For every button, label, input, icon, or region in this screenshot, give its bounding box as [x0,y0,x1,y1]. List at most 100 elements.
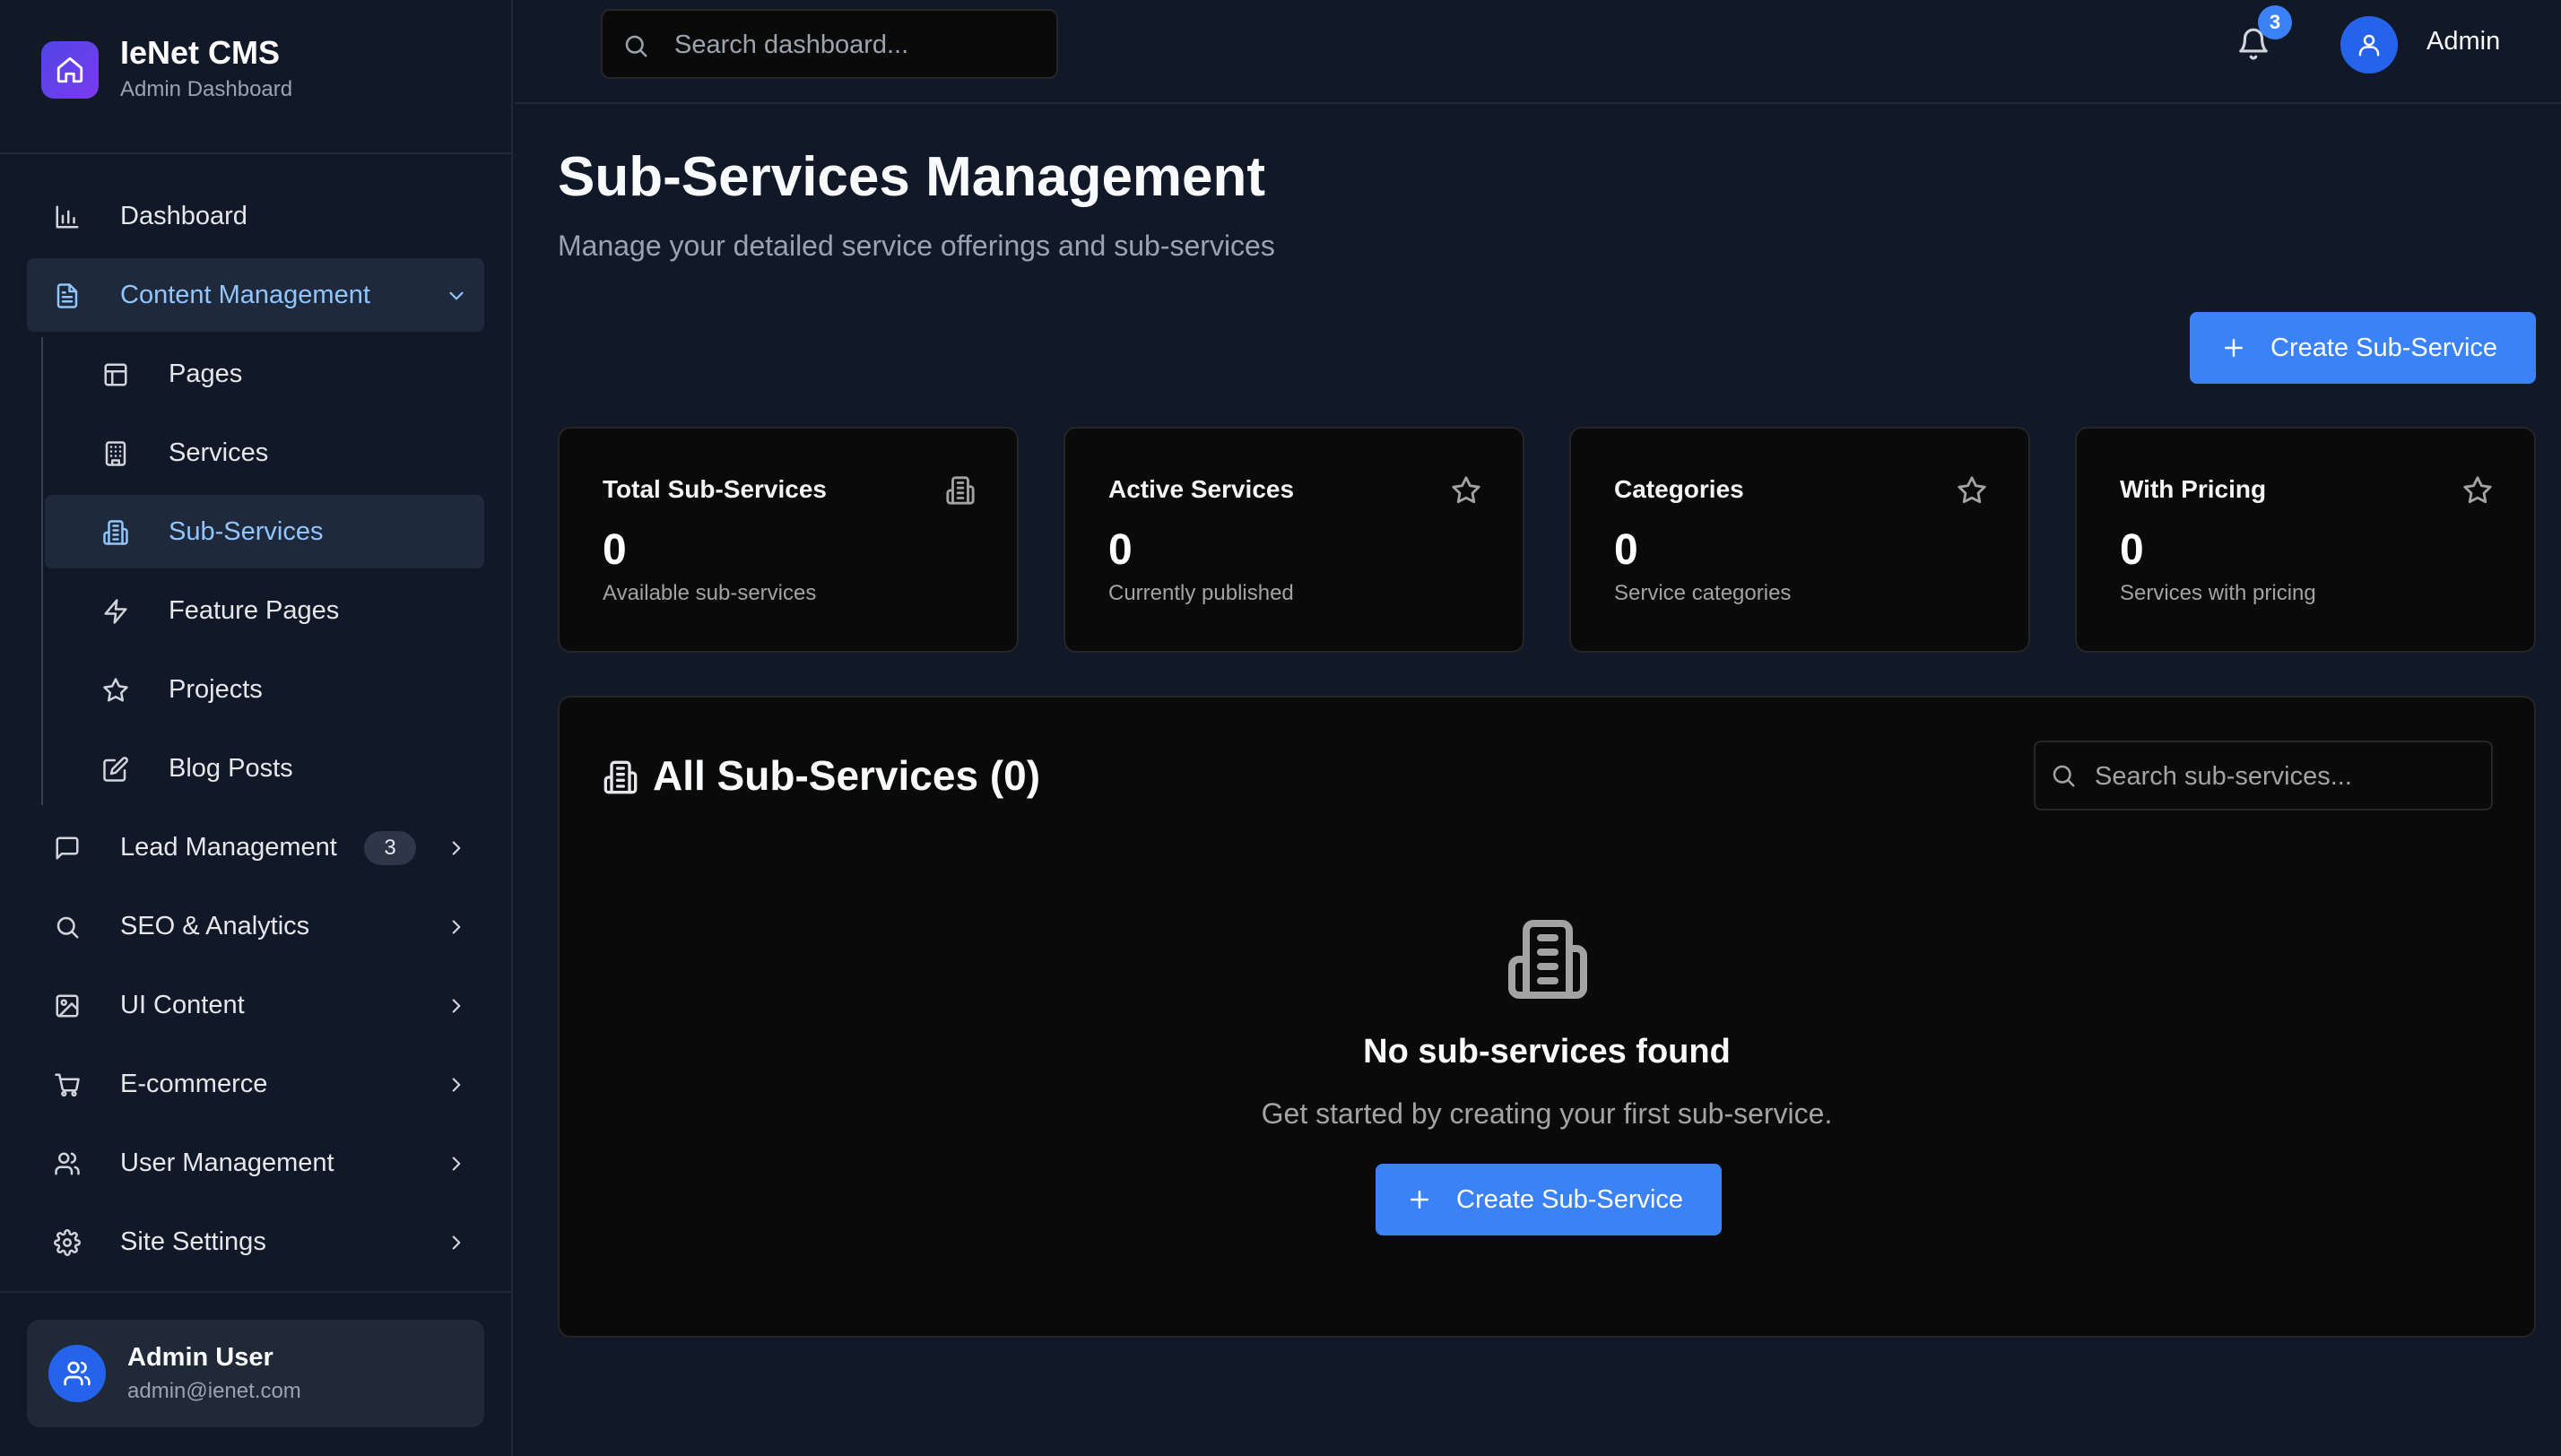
star-icon [2462,475,2493,506]
top-header: 3 Admin [515,0,2561,104]
chevron-right-icon [445,836,468,860]
chevron-right-icon [445,1073,468,1096]
building-2-icon [1505,916,1591,1002]
create-sub-service-button[interactable]: Create Sub-Service [2190,312,2536,384]
stat-description: Services with pricing [2120,581,2316,605]
sidebar-user-card[interactable]: Admin User admin@ienet.com [27,1320,484,1427]
sidebar: IeNet CMS Admin Dashboard Dashboard Cont… [0,0,513,1456]
sidebar-item-label: Services [169,438,269,467]
star-icon [1451,475,1481,506]
sidebar-divider [0,152,511,154]
shopping-cart-icon [54,1071,81,1098]
stat-value: 0 [2120,526,2144,574]
stat-title: Categories [1614,475,1744,503]
layout-icon [102,361,129,388]
sidebar-item-label: Feature Pages [169,596,340,625]
sidebar-item-sub-services[interactable]: Sub-Services [45,495,484,568]
page-subtitle: Manage your detailed service offerings a… [558,230,1275,262]
home-icon [41,41,99,99]
stat-value: 0 [1614,526,1638,574]
sidebar-nav: Dashboard Content Management Pages Servi… [27,179,484,1284]
edit-icon [102,756,129,783]
panel-title: All Sub-Services (0) [653,752,1041,799]
content-management-submenu: Pages Services Sub-Services Feature Page… [41,337,484,805]
stat-title: With Pricing [2120,475,2267,503]
stat-value: 0 [1108,526,1133,574]
dashboard-search [601,9,1058,79]
brand-subtitle: Admin Dashboard [120,77,293,101]
zap-icon [102,598,129,625]
search-icon [54,914,81,940]
sidebar-item-label: Dashboard [120,202,247,230]
sidebar-item-e-commerce[interactable]: E-commerce [27,1047,484,1121]
lead-count-badge: 3 [364,831,416,865]
sidebar-item-user-management[interactable]: User Management [27,1126,484,1200]
notification-badge: 3 [2258,5,2292,39]
stat-description: Available sub-services [603,581,817,605]
stat-card-categories: Categories 0 Service categories [1569,427,2030,653]
user-icon [2358,34,2380,56]
stat-title: Active Services [1108,475,1295,503]
sidebar-item-dashboard[interactable]: Dashboard [27,179,484,253]
stat-card-total: Total Sub-Services 0 Available sub-servi… [558,427,1019,653]
sidebar-item-feature-pages[interactable]: Feature Pages [45,574,484,647]
chevron-right-icon [445,1231,468,1254]
create-sub-service-label: Create Sub-Service [2270,333,2498,362]
sidebar-item-lead-management[interactable]: Lead Management 3 [27,810,484,884]
empty-create-sub-service-label: Create Sub-Service [1456,1184,1684,1214]
dashboard-search-input[interactable] [673,11,1044,79]
stat-description: Service categories [1614,581,1792,605]
sidebar-item-ui-content[interactable]: UI Content [27,968,484,1042]
chevron-right-icon [445,994,468,1018]
sidebar-item-pages[interactable]: Pages [45,337,484,411]
user-avatar[interactable] [2340,16,2398,74]
bar-chart-icon [54,204,81,230]
building-2-icon [102,519,129,546]
sidebar-item-label: Pages [169,360,243,388]
sidebar-item-label: Content Management [120,281,370,309]
sidebar-item-label: Projects [169,675,263,704]
stat-card-active: Active Services 0 Currently published [1063,427,1524,653]
gear-icon [54,1229,81,1256]
plus-icon [2225,339,2243,357]
sub-services-panel: All Sub-Services (0) No sub-services fou… [558,696,2536,1338]
sub-services-search [2034,741,2493,810]
sidebar-item-seo-analytics[interactable]: SEO & Analytics [27,889,484,963]
building-icon [102,440,129,467]
file-text-icon [54,282,81,309]
page-title: Sub-Services Management [558,146,1266,208]
sidebar-item-projects[interactable]: Projects [45,653,484,726]
brand-name: IeNet CMS [120,34,281,71]
sidebar-item-content-management[interactable]: Content Management [27,258,484,332]
message-square-icon [54,835,81,862]
chevron-right-icon [445,915,468,939]
star-icon [1957,475,1987,506]
empty-create-sub-service-button[interactable]: Create Sub-Service [1376,1164,1722,1235]
stat-value: 0 [603,526,627,574]
search-icon [2050,762,2077,789]
sidebar-item-site-settings[interactable]: Site Settings [27,1205,484,1278]
empty-state-title: No sub-services found [1363,1033,1731,1070]
search-icon [622,32,649,59]
sidebar-item-services[interactable]: Services [45,416,484,490]
chevron-down-icon [445,284,468,308]
sidebar-item-label: Lead Management [120,833,337,862]
sidebar-item-label: UI Content [120,991,245,1019]
users-icon [54,1150,81,1177]
sidebar-item-label: E-commerce [120,1070,268,1098]
brand[interactable]: IeNet CMS Admin Dashboard [41,35,292,101]
sidebar-divider [0,1291,511,1293]
empty-state-subtitle: Get started by creating your first sub-s… [1261,1097,1833,1130]
building-2-icon [603,758,638,796]
sidebar-item-blog-posts[interactable]: Blog Posts [45,732,484,805]
image-icon [54,992,81,1019]
building-2-icon [945,475,976,506]
star-icon [102,677,129,704]
sub-services-search-input[interactable] [2093,742,2482,810]
sidebar-user-name: Admin User [127,1343,273,1372]
sidebar-item-label: Site Settings [120,1227,266,1256]
sidebar-item-label: SEO & Analytics [120,912,310,940]
sidebar-user-email: admin@ienet.com [127,1379,301,1403]
header-user-name[interactable]: Admin [2426,27,2500,56]
sidebar-item-label: Sub-Services [169,517,324,546]
